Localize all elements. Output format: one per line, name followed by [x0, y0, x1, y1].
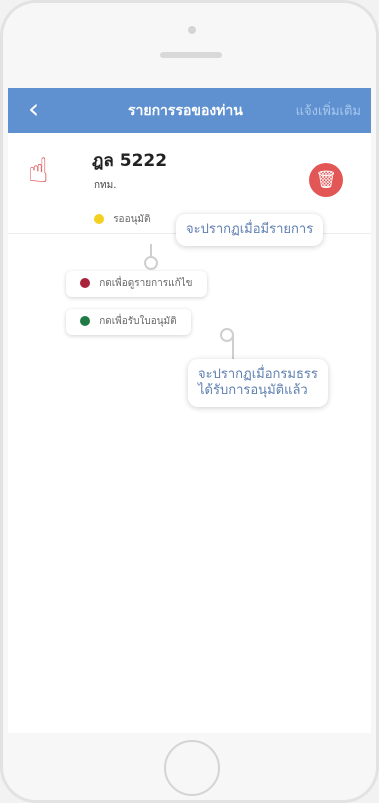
app-screen: ‹ รายการรอของท่าน แจ้งเพิ่มเติม ☝ ฎล 522…	[8, 88, 371, 733]
delete-button[interactable]: 🗑	[309, 163, 343, 197]
back-arrow-icon[interactable]: ‹	[28, 94, 39, 124]
camera	[188, 26, 196, 34]
callout-two-line2: ได้รับการอนุมัติแล้ว	[198, 383, 308, 398]
menu-view-edits-label: กดเพื่อดูรายการแก้ไข	[99, 278, 193, 289]
menu-receive-approval[interactable]: กดเพื่อรับใบอนุมัติ	[66, 309, 191, 335]
navigation-bar: ‹ รายการรอของท่าน แจ้งเพิ่มเติม	[8, 88, 371, 133]
report-more-link[interactable]: แจ้งเพิ่มเติม	[296, 100, 361, 121]
province-label: กทม.	[94, 180, 117, 191]
status-indicator: รออนุมัติ	[94, 212, 151, 227]
status-dot-problem	[80, 278, 90, 288]
callout-two-connector	[232, 336, 234, 360]
status-dot-pending	[94, 214, 104, 224]
status-dot-approved	[80, 316, 90, 326]
menu-receive-approval-label: กดเพื่อรับใบอนุมัติ	[99, 316, 177, 327]
menu-view-edits[interactable]: กดเพื่อดูรายการแก้ไข	[66, 271, 207, 297]
home-button[interactable]	[164, 740, 220, 796]
callout-one-text: จะปรากฏเมื่อมีรายการ	[186, 222, 314, 237]
pointing-hand-icon: ☝	[28, 151, 49, 191]
trash-icon: 🗑	[315, 170, 337, 190]
license-plate: ฎล 5222	[92, 151, 168, 171]
callout-two-anchor	[220, 328, 234, 342]
callout-two-line1: จะปรากฏเมื่อกรมธรร	[198, 367, 318, 382]
callout-one-anchor	[144, 256, 158, 270]
page-title: รายการรอของท่าน	[128, 103, 243, 119]
callout-appears-when-items: จะปรากฏเมื่อมีรายการ	[176, 214, 324, 246]
status-label: รออนุมัติ	[113, 214, 151, 225]
speaker	[160, 52, 222, 58]
phone-frame: ‹ รายการรอของท่าน แจ้งเพิ่มเติม ☝ ฎล 522…	[0, 0, 379, 803]
callout-appears-when-approved: จะปรากฏเมื่อกรมธรร ได้รับการอนุมัติแล้ว	[188, 359, 328, 407]
